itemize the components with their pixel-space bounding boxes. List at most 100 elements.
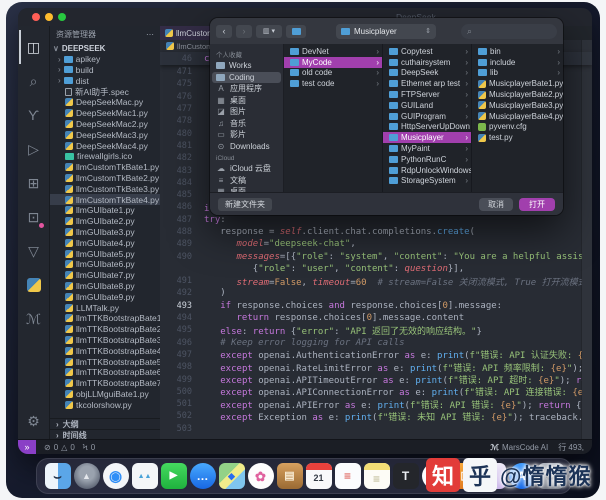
remote-indicator[interactable]: » (18, 440, 36, 454)
dock-icon-finder[interactable]: ⌣ (44, 463, 71, 489)
file-item[interactable]: Musicplayer › (383, 132, 471, 144)
tree-item[interactable]: LLMTalk.py (50, 302, 160, 313)
dialog-sidebar-item[interactable]: ☁ iCloud 云盘 (210, 163, 283, 175)
dock-icon-notes[interactable]: ≡ (363, 463, 390, 489)
dock-icon-reminders[interactable]: ≡ (334, 463, 361, 489)
tree-item[interactable]: llmGUIbate3.py (50, 227, 160, 238)
file-item[interactable]: test code › (284, 78, 382, 89)
tree-item[interactable]: llmTTKBootstrapBate4.py (50, 345, 160, 356)
file-item[interactable]: cuthairsystem › (383, 57, 471, 68)
tree-item[interactable]: llmGUIbate8.py (50, 281, 160, 292)
tree-item[interactable]: llmGUIbate7.py (50, 270, 160, 281)
tree-item[interactable]: › dist (50, 75, 160, 86)
file-item[interactable]: DeepSeek › (383, 68, 471, 79)
file-item[interactable]: GUILand › (383, 100, 471, 111)
file-item[interactable]: bin › (472, 46, 563, 57)
dock-icon-launchpad[interactable]: ▲ (73, 463, 100, 489)
search-field[interactable]: ⌕ (461, 23, 557, 39)
file-item[interactable]: test.py (472, 132, 563, 143)
back-button[interactable]: ‹ (216, 24, 232, 38)
tree-item[interactable]: llmTTKBootstrapBate5.py (50, 356, 160, 367)
dialog-sidebar-item[interactable]: ⊙ Downloads (210, 141, 283, 153)
explorer-icon[interactable]: ◫ (19, 30, 49, 64)
tree-item[interactable]: › build (50, 65, 160, 76)
tree-item[interactable]: DeepSeekMac1.py (50, 108, 160, 119)
dialog-sidebar-item[interactable]: ▦ 桌面 (210, 95, 283, 107)
file-item[interactable]: Copytest › (383, 46, 471, 57)
file-item[interactable]: MusicplayerBate2.py (472, 89, 563, 100)
file-item[interactable]: MusicplayerBate1.py (472, 78, 563, 89)
dialog-sidebar-item[interactable]: ▭ 影片 (210, 129, 283, 141)
dock-icon-photos-stack[interactable]: ▲▲ (131, 463, 158, 489)
run-debug-icon[interactable]: ▷ (19, 132, 49, 166)
file-item[interactable]: PythonRunC › (383, 154, 471, 165)
dock-icon-messages[interactable]: … (189, 463, 216, 489)
tree-item[interactable]: llmTTKBootstrapBate6.py (50, 367, 160, 378)
file-item[interactable]: include › (472, 57, 563, 68)
tree-item[interactable]: llmCustomTkBate4.py (50, 194, 160, 205)
zoom-window-button[interactable] (58, 13, 66, 21)
dock-icon-calendar[interactable]: 21 (305, 463, 332, 489)
tree-item[interactable]: llmGUIbate2.py (50, 216, 160, 227)
file-item[interactable]: pyvenv.cfg (472, 122, 563, 133)
tree-item[interactable]: DeepSeekMac.py (50, 97, 160, 108)
new-folder-toolbar-button[interactable] (286, 24, 306, 38)
minimize-window-button[interactable] (45, 13, 53, 21)
tree-item[interactable]: llmTTKBootstrapBate3.py (50, 335, 160, 346)
close-window-button[interactable] (32, 13, 40, 21)
tree-item[interactable]: llmTTKBootstrapBate7.py (50, 378, 160, 389)
file-item[interactable]: StorageSystem › (383, 176, 471, 187)
tree-item[interactable]: tkcolorshow.py (50, 399, 160, 410)
tree-item[interactable]: llmTTKBootstrapBate2.py (50, 324, 160, 335)
file-item[interactable]: MyPaint › (383, 143, 471, 154)
search-icon[interactable]: ⌕ (19, 64, 49, 98)
tree-item[interactable]: 新AI助手.spec (50, 86, 160, 97)
tree-item[interactable]: llmCustomTkBate2.py (50, 173, 160, 184)
file-item[interactable]: MyCode › (284, 56, 382, 68)
settings-gear-icon[interactable]: ⚙ (19, 404, 49, 438)
dock-icon-safari[interactable]: ◉ (102, 463, 129, 489)
tree-item[interactable]: llmCustomTkBate1.py (50, 162, 160, 173)
forward-button[interactable]: › (236, 24, 252, 38)
tree-item[interactable]: firewallgirls.ico (50, 151, 160, 162)
dock-icon-textedit[interactable]: T (392, 463, 419, 489)
python-extension-icon[interactable] (19, 268, 49, 302)
view-mode-button[interactable]: ▥ ▾ (256, 24, 282, 38)
minimap[interactable] (581, 40, 592, 440)
tree-item[interactable]: DeepSeekMac2.py (50, 119, 160, 130)
tree-item[interactable]: llmGUIbate6.py (50, 259, 160, 270)
tree-item[interactable]: › apikey (50, 54, 160, 65)
dock-icon-photos[interactable]: ✿ (247, 463, 274, 489)
remote-explorer-icon[interactable]: ⊡ (19, 200, 49, 234)
file-item[interactable]: HttpServerUpDown› (383, 122, 471, 133)
cursor-position[interactable]: 行 493, (558, 442, 584, 453)
tree-item[interactable]: llmGUIbate4.py (50, 237, 160, 248)
tree-item[interactable]: objLLMguiBate1.py (50, 389, 160, 400)
more-actions-icon[interactable]: ⋯ (146, 30, 154, 39)
dialog-sidebar-item[interactable]: Coding (212, 71, 281, 83)
new-folder-button[interactable]: 新建文件夹 (218, 197, 272, 211)
dialog-sidebar-item[interactable]: Works (210, 60, 283, 72)
tree-item[interactable]: DeepSeekMac3.py (50, 129, 160, 140)
tree-item[interactable]: ∨ DEEPSEEK (50, 43, 160, 54)
outline-panel[interactable]: › 大纲 (50, 418, 160, 429)
tree-item[interactable]: llmGUIbate9.py (50, 291, 160, 302)
ports-indicator[interactable]: Ϟ 0 (83, 443, 95, 452)
cancel-button[interactable]: 取消 (479, 197, 513, 211)
tree-item[interactable]: llmGUIbate1.py (50, 205, 160, 216)
dialog-sidebar-item[interactable]: A 应用程序 (210, 83, 283, 95)
extensions-icon[interactable]: ⊞ (19, 166, 49, 200)
file-item[interactable]: old code › (284, 68, 382, 79)
dialog-sidebar-item[interactable]: ≡ 文稿 (210, 175, 283, 187)
tree-item[interactable]: llmTTKBootstrapBate1.py (50, 313, 160, 324)
file-item[interactable]: DevNet › (284, 46, 382, 57)
tree-item[interactable]: DeepSeekMac4.py (50, 140, 160, 151)
open-button[interactable]: 打开 (519, 197, 555, 211)
file-item[interactable]: Ethernet arp test › (383, 78, 471, 89)
dialog-sidebar-item[interactable]: ◪ 图片 (210, 106, 283, 118)
file-item[interactable]: FTPServer › (383, 89, 471, 100)
file-item[interactable]: MusicplayerBate3.py (472, 100, 563, 111)
file-item[interactable]: GUIProgram › (383, 111, 471, 122)
marscode-status[interactable]: ℳ MarsCode AI (490, 443, 548, 452)
source-control-icon[interactable]: ϒ (19, 98, 49, 132)
